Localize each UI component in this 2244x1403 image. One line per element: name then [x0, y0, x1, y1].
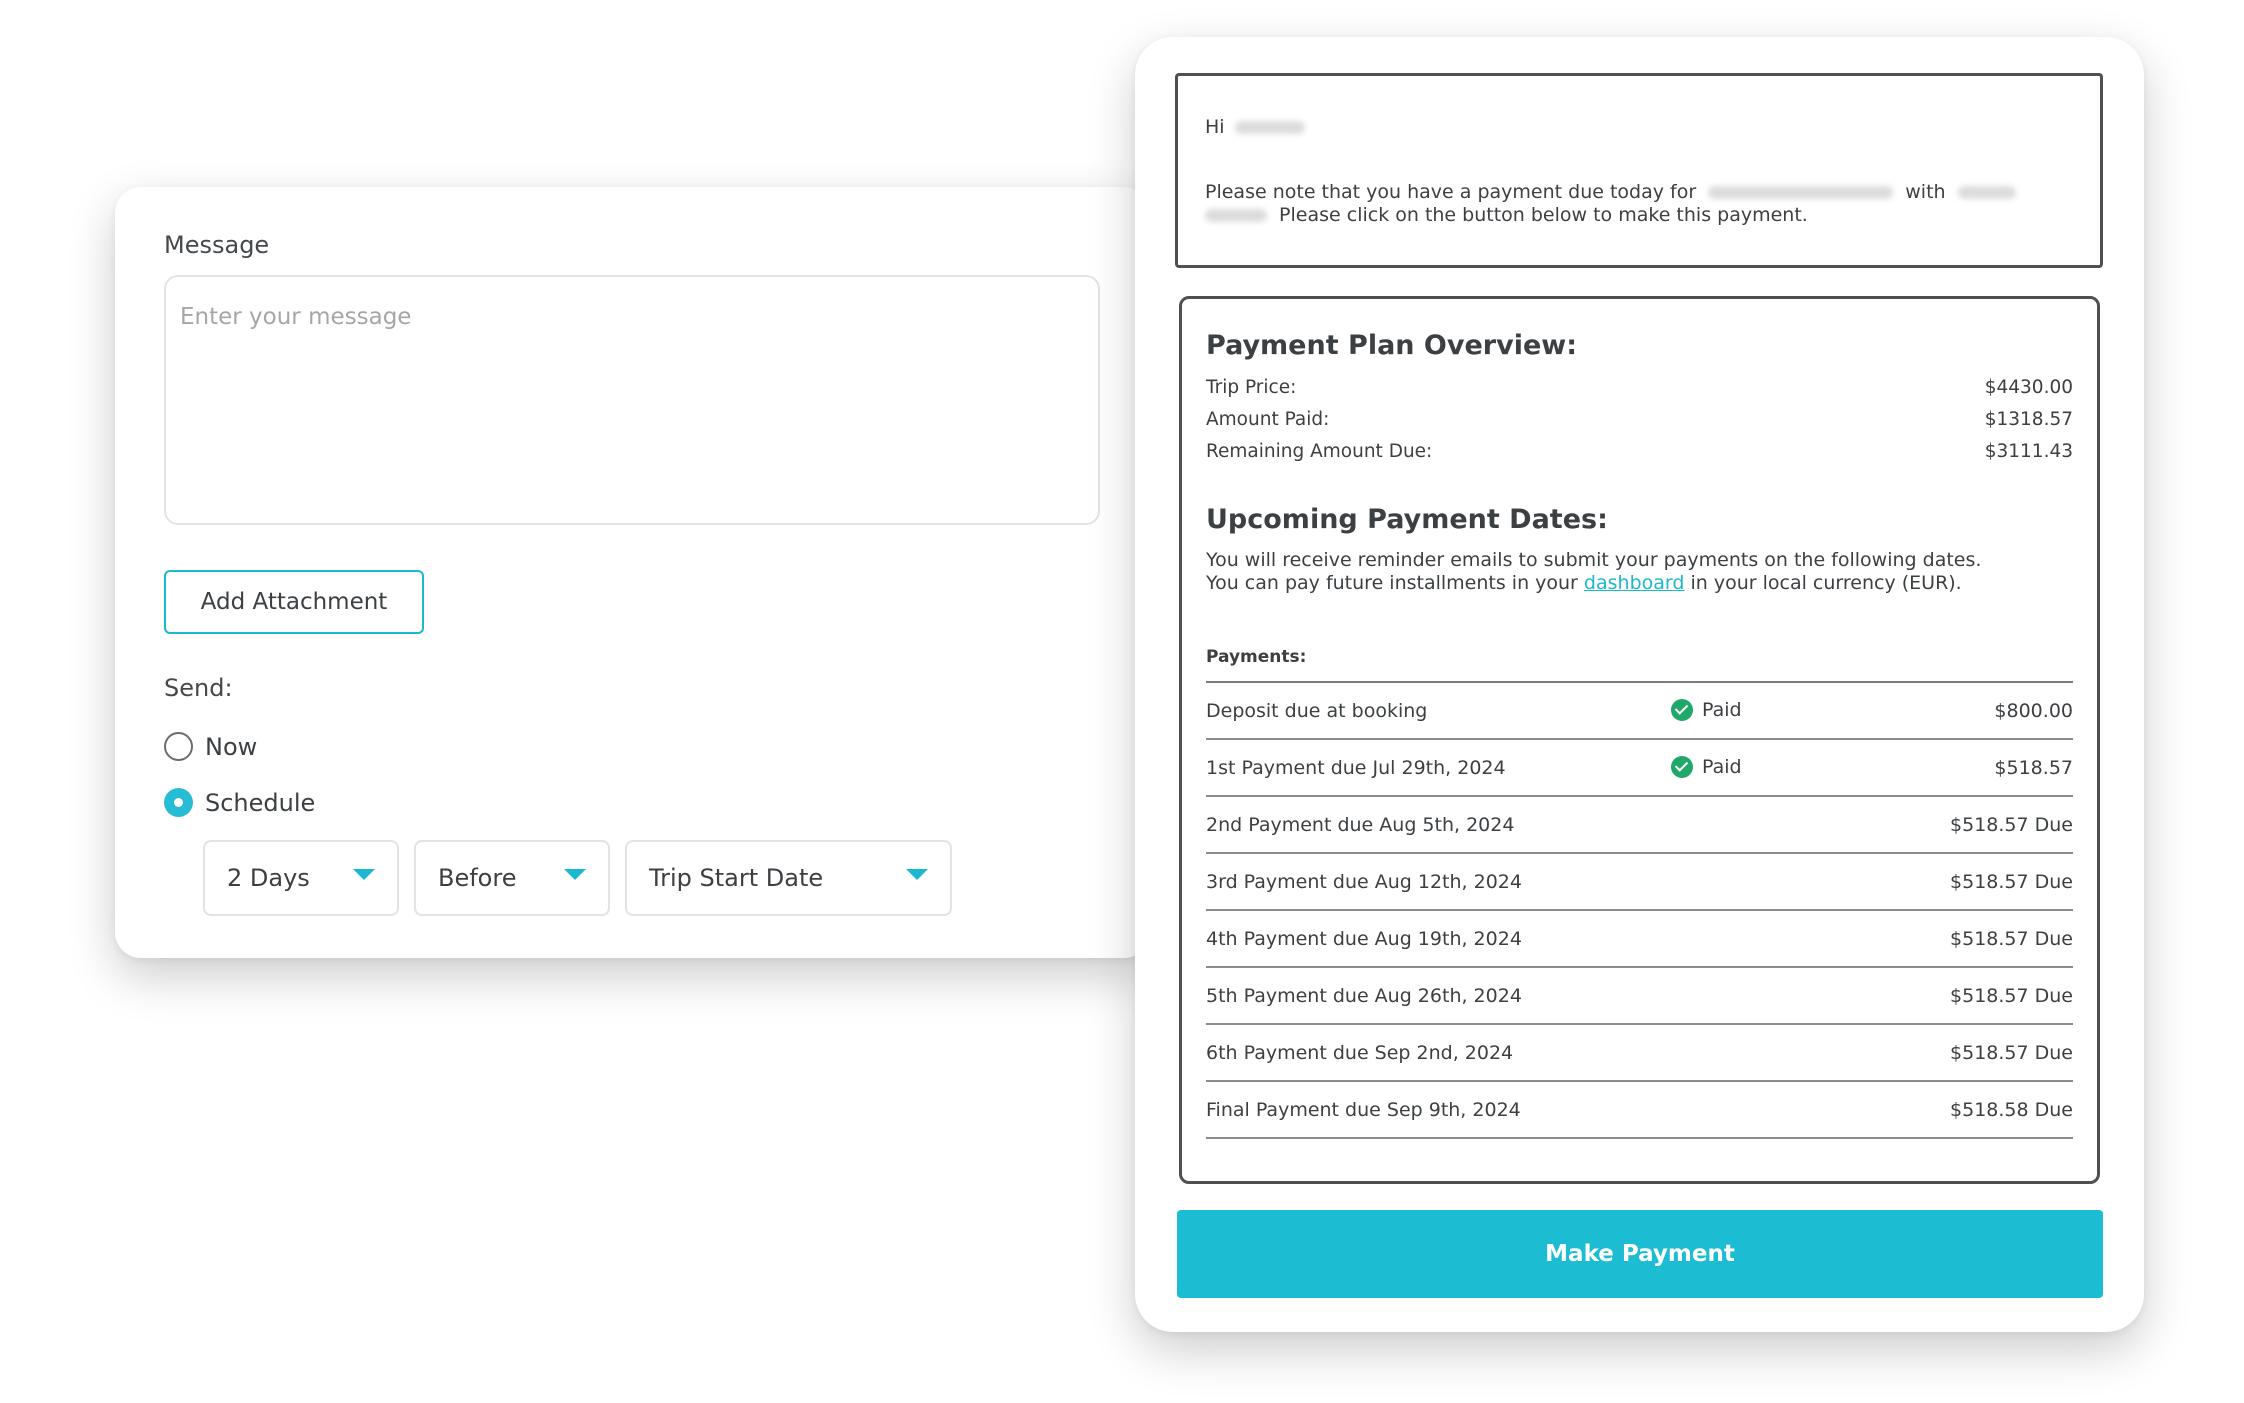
- payment-amount: $518.57 Due: [1950, 814, 2073, 836]
- paid-status-text: Paid: [1702, 699, 1742, 721]
- make-payment-button[interactable]: Make Payment: [1177, 1210, 2103, 1298]
- payments-table: Deposit due at booking Paid $800.00 1st …: [1206, 681, 2073, 1139]
- radio-unchecked-icon: [164, 732, 193, 761]
- email-preview-card: Hi Please note that you have a payment d…: [1135, 37, 2144, 1332]
- overview-row: Trip Price: $4430.00: [1206, 377, 2073, 398]
- notice-line-2: Please click on the button below to make…: [1205, 204, 1808, 226]
- payments-header: Payments:: [1206, 647, 1307, 667]
- schedule-relation-value: Before: [438, 864, 517, 892]
- payment-label: 4th Payment due Aug 19th, 2024: [1206, 928, 1522, 950]
- dashboard-link[interactable]: dashboard: [1584, 572, 1685, 594]
- check-circle-icon: [1671, 699, 1693, 721]
- send-schedule-label: Schedule: [205, 788, 316, 817]
- overview-row: Amount Paid: $1318.57: [1206, 409, 2073, 430]
- payment-amount: $518.57 Due: [1950, 928, 2073, 950]
- payment-label: 1st Payment due Jul 29th, 2024: [1206, 757, 1506, 779]
- payment-label: 5th Payment due Aug 26th, 2024: [1206, 985, 1522, 1007]
- paid-status: Paid: [1671, 756, 1742, 778]
- notice-text-with: with: [1905, 181, 1946, 203]
- payment-plan-box: Payment Plan Overview: Trip Price: $4430…: [1179, 296, 2100, 1184]
- paid-status-text: Paid: [1702, 756, 1742, 778]
- payment-amount: $800.00: [1994, 700, 2073, 722]
- payment-row: 1st Payment due Jul 29th, 2024 Paid $518…: [1206, 740, 2073, 797]
- payment-label: 3rd Payment due Aug 12th, 2024: [1206, 871, 1522, 893]
- payment-amount: $518.57: [1994, 757, 2073, 779]
- check-circle-icon: [1671, 756, 1693, 778]
- payment-row: 5th Payment due Aug 26th, 2024 $518.57 D…: [1206, 968, 2073, 1025]
- upcoming-text-after: in your local currency (EUR).: [1690, 572, 1962, 594]
- payment-label: Deposit due at booking: [1206, 700, 1428, 722]
- schedule-relation-dropdown[interactable]: Before: [414, 840, 610, 916]
- schedule-reference-value: Trip Start Date: [649, 864, 824, 892]
- greeting-line: Hi: [1205, 116, 1305, 138]
- overview-label: Remaining Amount Due:: [1206, 441, 1433, 462]
- greeting-box: Hi Please note that you have a payment d…: [1175, 73, 2103, 268]
- payment-amount: $518.58 Due: [1950, 1099, 2073, 1121]
- upcoming-title: Upcoming Payment Dates:: [1206, 504, 1608, 535]
- payment-row: Final Payment due Sep 9th, 2024 $518.58 …: [1206, 1082, 2073, 1139]
- overview-value: $4430.00: [1984, 377, 2073, 398]
- redacted-operator-name-cont: [1205, 209, 1267, 222]
- add-attachment-button[interactable]: Add Attachment: [164, 570, 424, 634]
- schedule-amount-dropdown[interactable]: 2 Days: [203, 840, 399, 916]
- radio-checked-icon: [164, 788, 193, 817]
- message-input[interactable]: [164, 275, 1100, 525]
- caret-down-icon: [564, 869, 586, 880]
- overview-value: $3111.43: [1984, 441, 2073, 462]
- payment-amount: $518.57 Due: [1950, 1042, 2073, 1064]
- schedule-reference-dropdown[interactable]: Trip Start Date: [625, 840, 952, 916]
- notice-text-start: Please note that you have a payment due …: [1205, 181, 1697, 203]
- payment-row: 4th Payment due Aug 19th, 2024 $518.57 D…: [1206, 911, 2073, 968]
- payment-row: 2nd Payment due Aug 5th, 2024 $518.57 Du…: [1206, 797, 2073, 854]
- message-label: Message: [164, 231, 270, 259]
- redacted-operator-name: [1957, 186, 2016, 199]
- upcoming-text-before: You can pay future installments in your: [1206, 572, 1578, 594]
- send-schedule-radio[interactable]: Schedule: [164, 788, 315, 817]
- schedule-amount-value: 2 Days: [227, 864, 310, 892]
- send-now-label: Now: [205, 732, 258, 761]
- send-now-radio[interactable]: Now: [164, 732, 257, 761]
- message-composer-card: Message Add Attachment Send: Now Schedul…: [115, 187, 1150, 958]
- notice-line-1: Please note that you have a payment due …: [1205, 181, 2016, 203]
- notice-text-end: Please click on the button below to make…: [1279, 204, 1808, 226]
- payment-label: Final Payment due Sep 9th, 2024: [1206, 1099, 1521, 1121]
- greeting-text: Hi: [1205, 116, 1225, 138]
- redacted-trip-name: [1708, 186, 1894, 199]
- payment-row: 3rd Payment due Aug 12th, 2024 $518.57 D…: [1206, 854, 2073, 911]
- redacted-name: [1234, 121, 1305, 134]
- payment-row: Deposit due at booking Paid $800.00: [1206, 683, 2073, 740]
- payment-amount: $518.57 Due: [1950, 985, 2073, 1007]
- payment-label: 2nd Payment due Aug 5th, 2024: [1206, 814, 1515, 836]
- overview-label: Amount Paid:: [1206, 409, 1330, 430]
- overview-row: Remaining Amount Due: $3111.43: [1206, 441, 2073, 462]
- caret-down-icon: [906, 869, 928, 880]
- send-label: Send:: [164, 674, 233, 702]
- overview-title: Payment Plan Overview:: [1206, 330, 1577, 361]
- upcoming-description-1: You will receive reminder emails to subm…: [1206, 549, 1982, 571]
- overview-value: $1318.57: [1984, 409, 2073, 430]
- paid-status: Paid: [1671, 699, 1742, 721]
- payment-label: 6th Payment due Sep 2nd, 2024: [1206, 1042, 1514, 1064]
- upcoming-description-2: You can pay future installments in your …: [1206, 572, 1962, 594]
- payment-row: 6th Payment due Sep 2nd, 2024 $518.57 Du…: [1206, 1025, 2073, 1082]
- overview-label: Trip Price:: [1206, 377, 1297, 398]
- caret-down-icon: [353, 869, 375, 880]
- payment-amount: $518.57 Due: [1950, 871, 2073, 893]
